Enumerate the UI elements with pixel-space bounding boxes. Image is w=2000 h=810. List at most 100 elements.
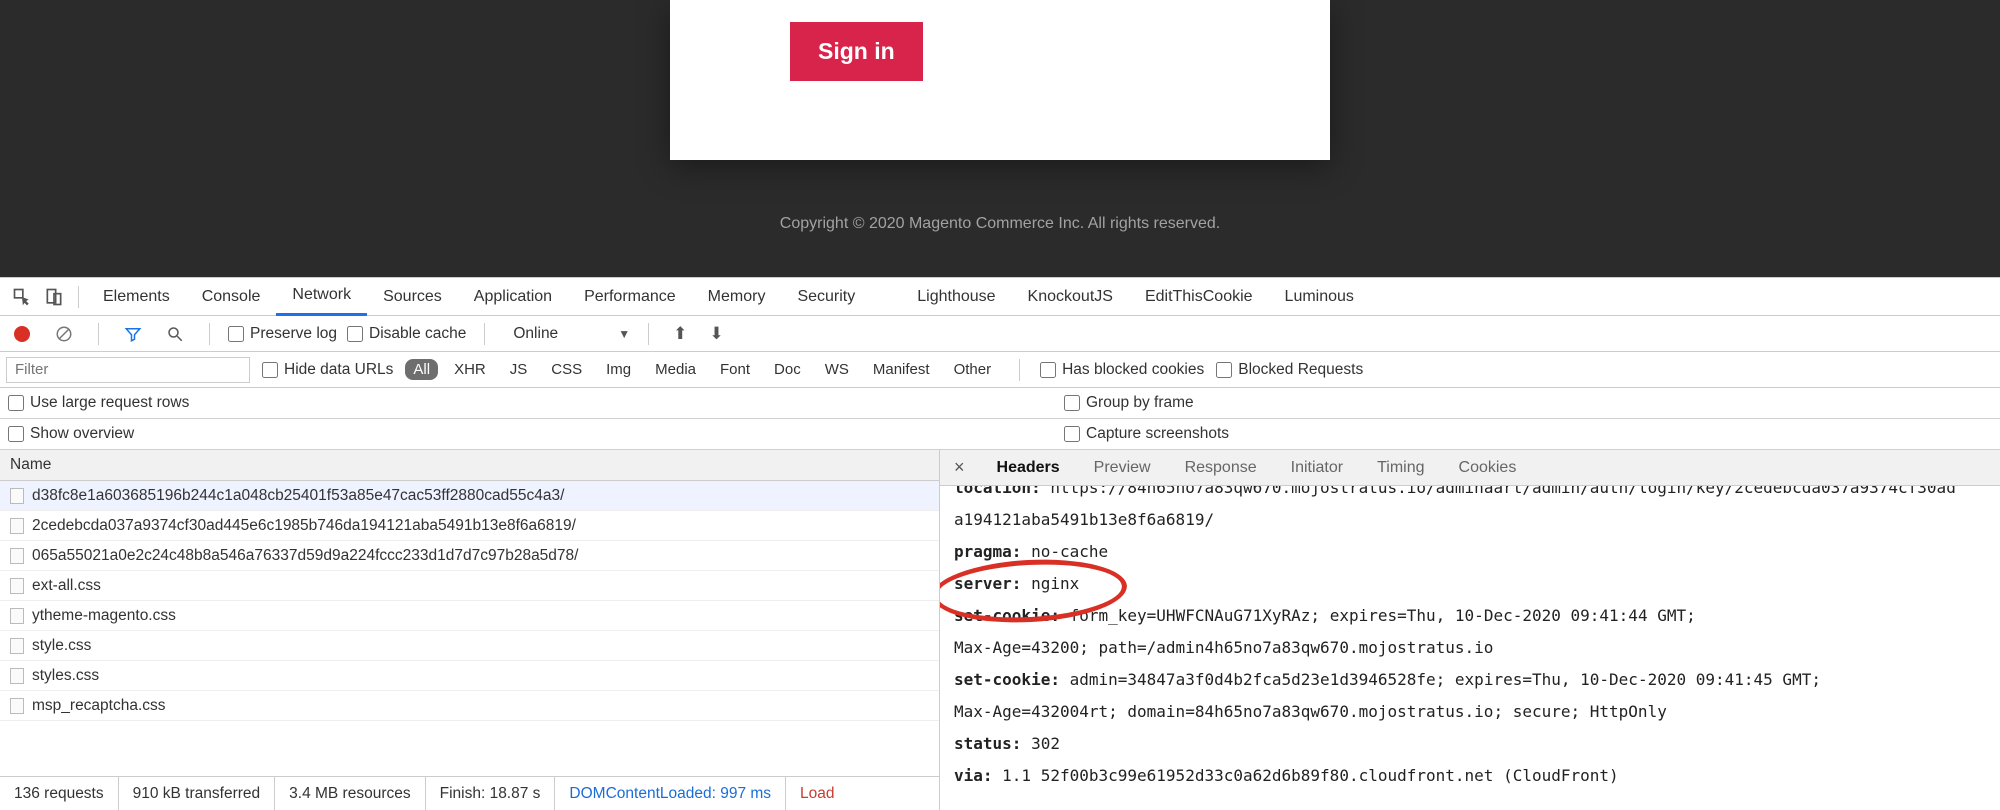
filter-type-img[interactable]: Img [598, 359, 639, 380]
request-name: ext-all.css [32, 577, 101, 595]
filter-type-js[interactable]: JS [502, 359, 536, 380]
view-options-row-2: Show overview Capture screenshots [0, 419, 2000, 450]
request-name: ytheme-magento.css [32, 607, 176, 625]
copyright-text: Copyright © 2020 Magento Commerce Inc. A… [0, 215, 2000, 233]
request-name: styles.css [32, 667, 99, 685]
upload-har-icon[interactable]: ⬆ [667, 324, 693, 344]
file-icon [10, 668, 24, 684]
hide-data-urls-checkbox[interactable]: Hide data URLs [262, 361, 393, 379]
clear-icon[interactable] [48, 318, 80, 350]
preserve-log-checkbox[interactable]: Preserve log [228, 325, 337, 343]
status-finish: Finish: 18.87 s [426, 777, 556, 810]
has-blocked-cookies-checkbox[interactable]: Has blocked cookies [1040, 361, 1204, 379]
show-overview-checkbox[interactable]: Show overview [8, 425, 134, 443]
filter-type-doc[interactable]: Doc [766, 359, 809, 380]
group-by-frame-checkbox[interactable]: Group by frame [1064, 394, 1194, 412]
detail-tab-headers[interactable]: Headers [997, 459, 1060, 477]
tab-memory[interactable]: Memory [692, 278, 782, 316]
disable-cache-checkbox[interactable]: Disable cache [347, 325, 466, 343]
header-line: Max-Age=432004rt; domain=84h65no7a83qw67… [954, 696, 1986, 728]
search-icon[interactable] [159, 318, 191, 350]
tab-console[interactable]: Console [186, 278, 277, 316]
filter-type-font[interactable]: Font [712, 359, 758, 380]
tab-sources[interactable]: Sources [367, 278, 458, 316]
filter-type-media[interactable]: Media [647, 359, 704, 380]
filter-type-manifest[interactable]: Manifest [865, 359, 938, 380]
view-options-row: Use large request rows Group by frame [0, 388, 2000, 419]
filter-type-css[interactable]: CSS [543, 359, 590, 380]
separator [78, 286, 79, 308]
device-toggle-icon[interactable] [38, 281, 70, 313]
request-name: 065a55021a0e2c24c48b8a546a76337d59d9a224… [32, 547, 578, 565]
tab-elements[interactable]: Elements [87, 278, 186, 316]
filter-toggle-icon[interactable] [117, 318, 149, 350]
status-domcontent: DOMContentLoaded: 997 ms [555, 777, 786, 810]
file-icon [10, 638, 24, 654]
tab-luminous[interactable]: Luminous [1269, 278, 1370, 316]
filter-type-all[interactable]: All [405, 359, 438, 380]
signin-card: Sign in [670, 0, 1330, 160]
blocked-requests-checkbox[interactable]: Blocked Requests [1216, 361, 1363, 379]
request-name: msp_recaptcha.css [32, 697, 166, 715]
request-name: d38fc8e1a603685196b244c1a048cb25401f53a8… [32, 487, 564, 505]
header-line: status: 302 [954, 728, 1986, 760]
requests-pane: Name d38fc8e1a603685196b244c1a048cb25401… [0, 450, 940, 810]
request-row[interactable]: ytheme-magento.css [0, 601, 939, 631]
name-column-header[interactable]: Name [0, 450, 939, 481]
filter-type-xhr[interactable]: XHR [446, 359, 494, 380]
download-har-icon[interactable]: ⬇ [703, 324, 729, 344]
request-name: style.css [32, 637, 91, 655]
file-icon [10, 488, 24, 504]
record-button[interactable] [6, 318, 38, 350]
filter-input[interactable] [6, 357, 250, 383]
filter-type-other[interactable]: Other [946, 359, 1000, 380]
header-line: pragma: no-cache [954, 536, 1986, 568]
network-toolbar: Preserve log Disable cache Online▼ ⬆ ⬇ [0, 316, 2000, 352]
file-icon [10, 578, 24, 594]
capture-screenshots-checkbox[interactable]: Capture screenshots [1064, 425, 1229, 443]
detail-pane: × Headers Preview Response Initiator Timing C… [940, 450, 2000, 810]
devtools-panel: ElementsConsoleNetworkSourcesApplication… [0, 277, 2000, 810]
tab-network[interactable]: Network [276, 278, 367, 316]
use-large-rows-checkbox[interactable]: Use large request rows [8, 394, 189, 412]
file-icon [10, 608, 24, 624]
separator [98, 323, 99, 345]
header-line: via: 1.1 52f00b3c99e61952d33c0a62d6b89f8… [954, 760, 1986, 792]
tab-knockoutjs[interactable]: KnockoutJS [1012, 278, 1129, 316]
request-row[interactable]: 2cedebcda037a9374cf30ad445e6c1985b746da1… [0, 511, 939, 541]
detail-tab-response[interactable]: Response [1185, 459, 1257, 477]
separator [484, 323, 485, 345]
tab-security[interactable]: Security [781, 278, 871, 316]
request-row[interactable]: msp_recaptcha.css [0, 691, 939, 721]
tab-editthiscookie[interactable]: EditThisCookie [1129, 278, 1269, 316]
file-icon [10, 548, 24, 564]
devtools-tabs-row: ElementsConsoleNetworkSourcesApplication… [0, 278, 2000, 316]
inspect-icon[interactable] [6, 281, 38, 313]
request-row[interactable]: ext-all.css [0, 571, 939, 601]
request-row[interactable]: 065a55021a0e2c24c48b8a546a76337d59d9a224… [0, 541, 939, 571]
detail-tabs: × Headers Preview Response Initiator Timing C… [940, 450, 2000, 486]
request-row[interactable]: d38fc8e1a603685196b244c1a048cb25401f53a8… [0, 481, 939, 511]
detail-tab-cookies[interactable]: Cookies [1459, 459, 1517, 477]
filter-type-ws[interactable]: WS [817, 359, 857, 380]
tab-performance[interactable]: Performance [568, 278, 692, 316]
header-line: set-cookie: form_key=UHWFCNAuG71XyRAz; e… [954, 600, 1986, 632]
file-icon [10, 698, 24, 714]
request-row[interactable]: style.css [0, 631, 939, 661]
status-load: Load [786, 777, 848, 810]
detail-tab-preview[interactable]: Preview [1094, 459, 1151, 477]
detail-tab-initiator[interactable]: Initiator [1291, 459, 1343, 477]
header-line: location: https://84h65no7a83qw670.mojos… [954, 486, 1986, 504]
headers-body: location: https://84h65no7a83qw670.mojos… [940, 486, 2000, 810]
close-icon[interactable]: × [948, 457, 971, 478]
request-row[interactable]: styles.css [0, 661, 939, 691]
header-line: a194121aba5491b13e8f6a6819/ [954, 504, 1986, 536]
tab-lighthouse[interactable]: Lighthouse [901, 278, 1011, 316]
chevron-down-icon: ▼ [618, 327, 630, 341]
detail-tab-timing[interactable]: Timing [1377, 459, 1424, 477]
separator [209, 323, 210, 345]
page-content: Sign in Copyright © 2020 Magento Commerc… [0, 0, 2000, 277]
signin-button[interactable]: Sign in [790, 22, 923, 81]
tab-application[interactable]: Application [458, 278, 568, 316]
throttle-select[interactable]: Online▼ [513, 325, 630, 343]
